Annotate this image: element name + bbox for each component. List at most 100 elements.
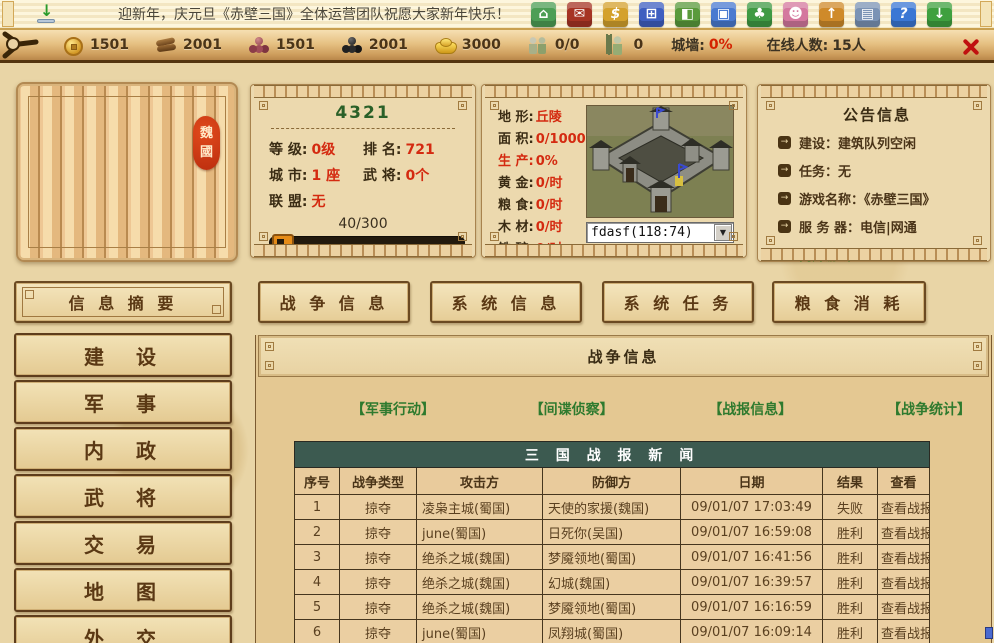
notice-construction: → 建设：建筑队列空闲 [778, 133, 976, 152]
tab-system-info[interactable]: 系 统 信 息 [430, 281, 582, 323]
war-report-row: 6 掠夺 june(蜀国) 凤翔城(蜀国) 09/01/07 16:09:14 … [295, 620, 930, 643]
player-stat: 等 级:0级 [269, 136, 363, 162]
notice-task: → 任务：无 [778, 161, 976, 180]
player-stat: 排 名:721 [363, 136, 457, 162]
clipboard-icon[interactable]: ▤ [855, 2, 880, 27]
sidebar-item-map[interactable]: 地 图 [14, 568, 232, 612]
wood-panel-frame [28, 96, 226, 248]
war-info-panel: 战争信息 【军事行动】 【间谍侦察】 【战报信息】 【战争统计】 三 国 战 报 新 … [255, 335, 992, 643]
city-stat: 面 积:0/1000 [498, 127, 586, 148]
war-type: 掠夺 [340, 570, 417, 595]
city-stat: 木 材:0/时 [498, 215, 586, 236]
home-icon[interactable]: ⌂ [531, 2, 556, 27]
slingshot-icon [2, 30, 40, 60]
city-select-dropdown[interactable]: fdasf(118:74) ▼ [586, 222, 734, 243]
link-military-action[interactable]: 【军事行动】 [351, 399, 435, 419]
column-header: 攻击方 [417, 468, 543, 495]
game-screen: ↓ 迎新年，庆元旦《赤壁三国》全体运营团队祝愿大家新年快乐！ ⌂✉$⊞◧▣♣☻↑… [0, 0, 994, 643]
defender: 梦魇领地(蜀国) [543, 545, 681, 570]
arrow-bullet-icon: → [778, 136, 791, 149]
column-header: 日期 [681, 468, 823, 495]
page-scrollbar-thumb[interactable] [985, 627, 993, 639]
notice-items: → 建设：建筑队列空闲 → 任务：无 → 游戏名称：《赤壁三国》 → 服 务 器… [778, 133, 976, 264]
city-stats: 地 形:丘陵 面 积:0/1000 生 产:0% 黄 金:0/时 粮 食:0/时… [498, 105, 586, 243]
view-report-link[interactable]: 查看战报 [878, 495, 930, 520]
view-report-link[interactable]: 查看战报 [878, 545, 930, 570]
view-report-link[interactable]: 查看战报 [878, 520, 930, 545]
battle-result: 胜利 [823, 620, 878, 643]
row-number: 6 [295, 620, 340, 643]
sidebar-item-military[interactable]: 军 事 [14, 380, 232, 424]
media-speaker-icon[interactable]: ◧ [675, 2, 700, 27]
column-header: 序号 [295, 468, 340, 495]
attacker: june(蜀国) [417, 620, 543, 643]
resource-groups: 1501 2001 1501 2001 3000 0/0 [62, 34, 643, 56]
tab-war-info[interactable]: 战 争 信 息 [258, 281, 410, 323]
city-info-panel: 地 形:丘陵 面 积:0/1000 生 产:0% 黄 金:0/时 粮 食:0/时… [481, 84, 747, 258]
sidebar-item-trade[interactable]: 交 易 [14, 521, 232, 565]
defender: 日死你(吴国) [543, 520, 681, 545]
experience-text: 40/300 [269, 216, 457, 232]
attacker: june(蜀国) [417, 520, 543, 545]
arrow-bullet-icon: → [778, 220, 791, 233]
sidebar-item-diplomacy[interactable]: 外 交 [14, 615, 232, 643]
defender: 天使的家援(魏国) [543, 495, 681, 520]
war-type: 掠夺 [340, 595, 417, 620]
online-count: 在线人数: 15人 [767, 35, 866, 55]
battle-result: 胜利 [823, 595, 878, 620]
tab-info-summary[interactable]: 信 息 摘 要 [14, 281, 232, 323]
war-report-row: 1 掠夺 凌枭主城(蜀国) 天使的家援(魏国) 09/01/07 17:03:4… [295, 495, 930, 520]
arrow-bullet-icon: → [778, 192, 791, 205]
couple-icon[interactable]: ☻ [783, 2, 808, 27]
player-stats-panel: 4321 等 级:0级 排 名:721 城 市:1 座 武 将:0个 联 盟:无… [250, 84, 476, 258]
cart-icon[interactable]: ⊞ [639, 2, 664, 27]
battle-result: 胜利 [823, 520, 878, 545]
link-battle-report[interactable]: 【战报信息】 [708, 399, 792, 419]
mailbox-icon[interactable]: ✉ [567, 2, 592, 27]
table-title: 三 国 战 报 新 闻 [295, 442, 930, 468]
topbar-right-ornament [980, 1, 992, 27]
iron-resource: 2001 [341, 34, 408, 56]
link-war-statistics[interactable]: 【战争统计】 [887, 399, 971, 419]
row-number: 2 [295, 520, 340, 545]
war-type: 掠夺 [340, 620, 417, 643]
table-header-row: 序号战争类型攻击方防御方日期结果查看 [295, 468, 930, 495]
coins-icon[interactable]: $ [603, 2, 628, 27]
resource-icon [527, 34, 549, 56]
close-icon[interactable] [960, 37, 980, 57]
battle-result: 胜利 [823, 570, 878, 595]
monitor-icon[interactable]: ▣ [711, 2, 736, 27]
resource-bar: 1501 2001 1501 2001 3000 0/0 [0, 30, 994, 63]
help-icon[interactable]: ? [891, 2, 916, 27]
sidebar-item-construction[interactable]: 建 设 [14, 333, 232, 377]
link-spy-scout[interactable]: 【间谍侦察】 [530, 399, 614, 419]
tab-system-task[interactable]: 系 统 任 务 [602, 281, 754, 323]
resource-icon [605, 34, 627, 56]
signpost-icon[interactable]: ↑ [819, 2, 844, 27]
tree-icon[interactable]: ♣ [747, 2, 772, 27]
sidebar-item-internal-affairs[interactable]: 内 政 [14, 427, 232, 471]
download-icon[interactable]: ↓ [927, 2, 952, 27]
city-stat: 地 形:丘陵 [498, 105, 586, 126]
war-type: 掠夺 [340, 495, 417, 520]
view-report-link[interactable]: 查看战报 [878, 570, 930, 595]
online-value: 15人 [832, 35, 865, 55]
download-tray-icon[interactable]: ↓ [36, 3, 58, 25]
resource-value: 3000 [462, 37, 501, 53]
war-panel-header: 战争信息 [258, 335, 989, 377]
war-report-table: 三 国 战 报 新 闻 序号战争类型攻击方防御方日期结果查看 1 掠夺 凌枭主城… [294, 441, 930, 643]
player-name: 4321 [269, 103, 457, 123]
toolbar-icons: ⌂ ✉ $ ⊞ ◧ ▣ ♣ ☻ ↑ ▤? ↓ [531, 2, 952, 27]
report-date: 09/01/07 16:59:08 [681, 520, 823, 545]
view-report-link[interactable]: 查看战报 [878, 620, 930, 643]
war-panel-title: 战争信息 [587, 346, 659, 367]
view-report-link[interactable]: 查看战报 [878, 595, 930, 620]
sidebar-item-generals[interactable]: 武 将 [14, 474, 232, 518]
report-date: 09/01/07 16:16:59 [681, 595, 823, 620]
player-stat: 武 将:0个 [363, 162, 457, 188]
war-report-row: 4 掠夺 绝杀之城(魏国) 幻城(魏国) 09/01/07 16:39:57 胜… [295, 570, 930, 595]
tab-food-consumption[interactable]: 粮 食 消 耗 [772, 281, 926, 323]
row-number: 1 [295, 495, 340, 520]
resource-value: 2001 [183, 37, 222, 53]
row-number: 4 [295, 570, 340, 595]
